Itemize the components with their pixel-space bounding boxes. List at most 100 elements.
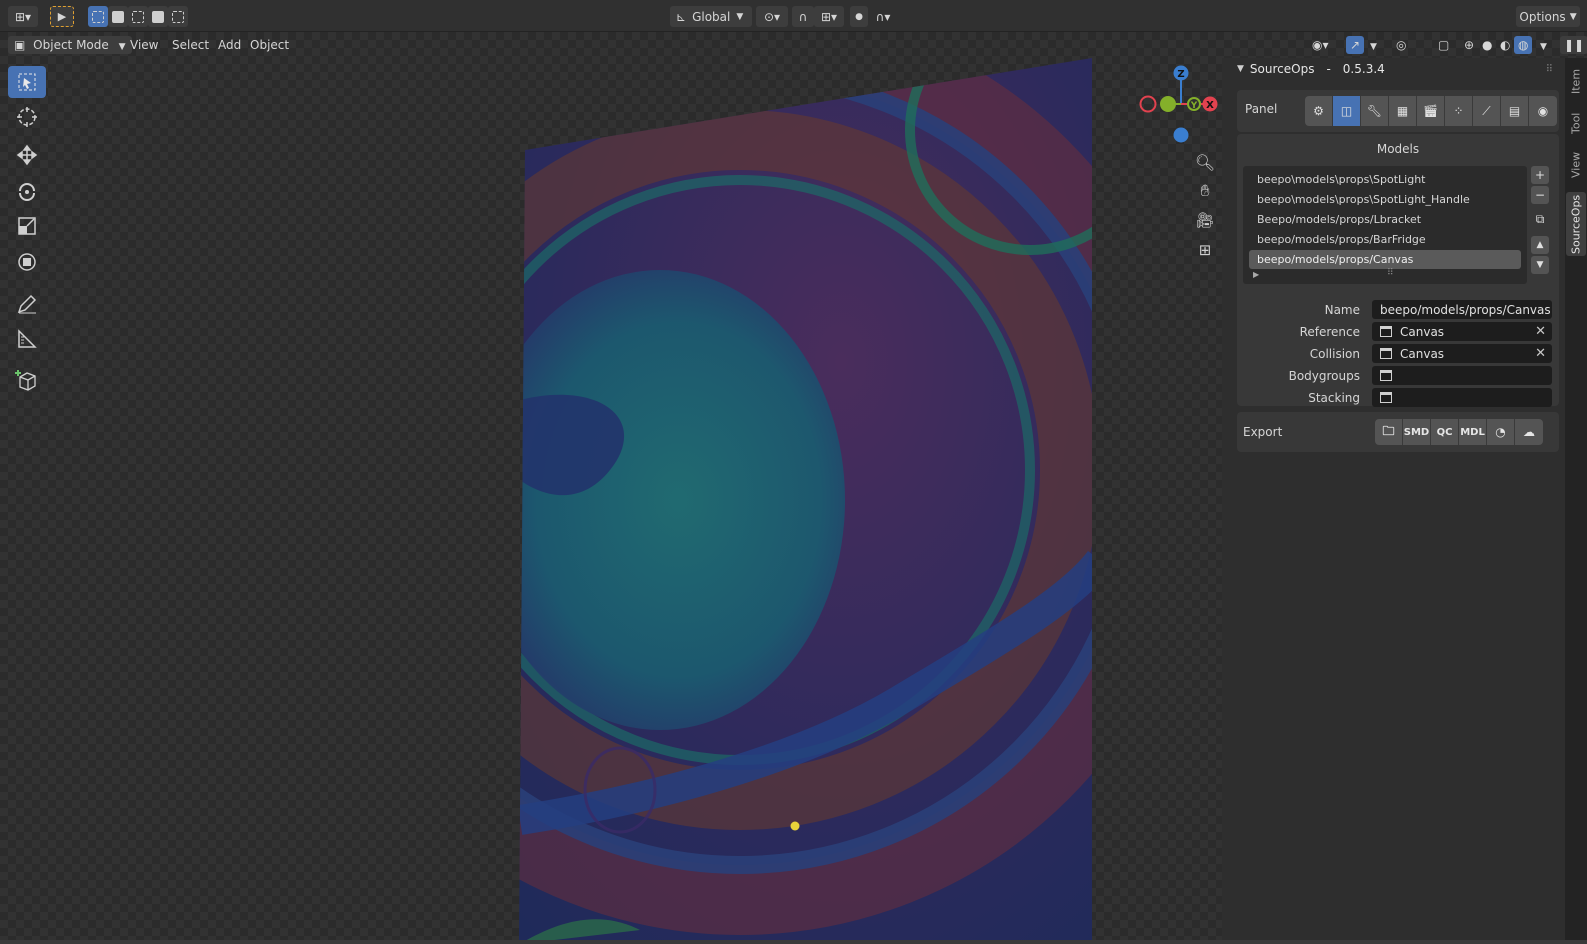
- select-mode-invert[interactable]: [148, 6, 168, 27]
- menu-add[interactable]: Add: [214, 36, 245, 54]
- chevron-down-icon: ▼: [736, 11, 744, 22]
- gizmos-toggle[interactable]: ↗: [1346, 36, 1365, 54]
- export-upload-button[interactable]: ☁: [1515, 419, 1543, 445]
- shading-rendered[interactable]: ◍: [1514, 36, 1533, 54]
- panel-segment-row: ⚙ ◫ 🔧︎ ▦ 🎬︎ ⁘ ⟋ ▤ ◉: [1305, 96, 1557, 126]
- select-mode-intersect[interactable]: [168, 6, 188, 27]
- tool-add-cube[interactable]: [8, 364, 46, 396]
- snap-toggle[interactable]: ∩: [792, 6, 814, 27]
- zoom-magnifier-icon: 🔍︎: [1194, 152, 1216, 172]
- list-item[interactable]: Beepo/models/props/Lbracket: [1249, 210, 1521, 229]
- options-dropdown[interactable]: Options ▼: [1516, 6, 1580, 27]
- camera-view-button[interactable]: 🎥︎: [1193, 208, 1217, 232]
- collision-field[interactable]: Canvas ✕: [1372, 344, 1552, 363]
- panel-textures-button[interactable]: ▦: [1389, 96, 1417, 126]
- gizmos-dropdown[interactable]: ▼: [1366, 36, 1381, 54]
- object-mode-dropdown[interactable]: ▣ Object Mode ▼: [8, 36, 132, 54]
- tool-scale[interactable]: [8, 210, 46, 242]
- list-item[interactable]: beepo/models/props/BarFridge: [1249, 230, 1521, 249]
- zoom-view-button[interactable]: 🔍︎: [1193, 150, 1217, 174]
- list-item[interactable]: beepo\models\props\SpotLight_Handle: [1249, 190, 1521, 209]
- shading-wireframe[interactable]: ⊕: [1460, 36, 1478, 54]
- select-box-icon: [18, 73, 36, 91]
- export-folder-button[interactable]: 🗀: [1375, 419, 1403, 445]
- overlays-toggle[interactable]: ◎: [1392, 36, 1410, 54]
- export-label: Export: [1243, 425, 1283, 439]
- reference-field[interactable]: Canvas ✕: [1372, 322, 1552, 341]
- bodygroups-field[interactable]: [1372, 366, 1552, 385]
- select-mode-extend[interactable]: [108, 6, 128, 27]
- pause-icon: ❚❚: [1564, 38, 1585, 52]
- ruler-icon: [18, 329, 37, 348]
- add-model-button[interactable]: +: [1531, 166, 1549, 184]
- move-up-button[interactable]: ▲: [1531, 236, 1549, 254]
- shading-solid[interactable]: ●: [1478, 36, 1496, 54]
- select-subtract-icon: [132, 10, 144, 23]
- name-field[interactable]: beepo/models/props/Canvas: [1372, 300, 1552, 319]
- shading-material[interactable]: ◐: [1496, 36, 1514, 54]
- tab-sourceops[interactable]: SourceOps: [1566, 192, 1586, 256]
- stacking-field[interactable]: [1372, 388, 1552, 407]
- editor-type-button[interactable]: ⊞▾: [8, 6, 38, 27]
- snap-target-dropdown[interactable]: ⊞▾: [814, 6, 844, 27]
- gizmo-icon: ↗: [1350, 38, 1361, 52]
- tool-move[interactable]: [8, 139, 46, 171]
- pause-render-button[interactable]: ❚❚: [1560, 36, 1587, 54]
- shading-dropdown[interactable]: ▼: [1536, 36, 1551, 54]
- export-qc-button[interactable]: QC: [1431, 419, 1459, 445]
- ortho-toggle-button[interactable]: ⊞: [1193, 238, 1217, 262]
- tool-rotate[interactable]: [8, 175, 46, 207]
- export-hammer-button[interactable]: ◔: [1487, 419, 1515, 445]
- orientation-axes-icon: ⊾: [676, 9, 687, 24]
- panel-sequences-button[interactable]: 🎬︎: [1417, 96, 1445, 126]
- tool-annotate[interactable]: [8, 288, 46, 320]
- list-item[interactable]: beepo\models\props\SpotLight: [1249, 170, 1521, 189]
- clear-reference-icon[interactable]: ✕: [1535, 324, 1546, 339]
- panel-models-button[interactable]: ◫: [1333, 96, 1361, 126]
- proportional-edit-toggle[interactable]: ●: [850, 6, 868, 27]
- panel-map-button[interactable]: ▤: [1501, 96, 1529, 126]
- falloff-dropdown[interactable]: ∩▾: [868, 6, 898, 27]
- tool-measure[interactable]: [8, 323, 46, 355]
- list-filter-toggle-icon[interactable]: ▶: [1253, 270, 1259, 279]
- sourceops-panel-header[interactable]: ▼ SourceOps - 0.5.3.4 ⠿: [1237, 58, 1559, 80]
- panel-selector-box: Panel ⚙ ◫ 🔧︎ ▦ 🎬︎ ⁘ ⟋ ▤ ◉: [1237, 90, 1559, 132]
- list-resize-handle-icon[interactable]: ⠿: [1387, 268, 1394, 278]
- list-item-selected[interactable]: beepo/models/props/Canvas: [1249, 250, 1521, 269]
- panel-bones-button[interactable]: ⟋: [1473, 96, 1501, 126]
- panel-tools-button[interactable]: 🔧︎: [1361, 96, 1389, 126]
- clear-collision-icon[interactable]: ✕: [1535, 346, 1546, 361]
- select-mode-subtract[interactable]: [128, 6, 148, 27]
- panel-particles-button[interactable]: ⁘: [1445, 96, 1473, 126]
- menu-select[interactable]: Select: [168, 36, 213, 54]
- pivot-point-dropdown[interactable]: ⊙▾: [756, 6, 788, 27]
- tool-cursor[interactable]: [8, 101, 46, 133]
- navigation-gizmo[interactable]: Z X Y: [1136, 60, 1220, 150]
- pan-view-button[interactable]: ✋︎: [1193, 179, 1217, 203]
- view-object-types-button[interactable]: ◉▾: [1308, 36, 1333, 54]
- tool-transform[interactable]: [8, 246, 46, 278]
- pivot-icon: ⊙▾: [763, 9, 781, 24]
- transform-orientation-dropdown[interactable]: ⊾ Global ▼: [670, 6, 752, 27]
- collapse-triangle-icon: ▼: [1237, 64, 1244, 74]
- drag-handle-icon[interactable]: ⠿: [1546, 64, 1553, 75]
- export-mdl-button[interactable]: MDL: [1459, 419, 1487, 445]
- tab-item[interactable]: Item: [1566, 64, 1586, 98]
- magnet-icon: ∩: [798, 9, 808, 24]
- panel-settings-button[interactable]: ⚙: [1305, 96, 1333, 126]
- move-down-button[interactable]: ▼: [1531, 256, 1549, 274]
- menu-view[interactable]: View: [126, 36, 162, 54]
- select-tool-button[interactable]: ▶: [50, 6, 74, 27]
- select-mode-new[interactable]: [88, 6, 108, 27]
- menu-object[interactable]: Object: [246, 36, 293, 54]
- models-list: beepo\models\props\SpotLight beepo\model…: [1243, 166, 1527, 284]
- panel-render-button[interactable]: ◉: [1529, 96, 1557, 126]
- tab-tool[interactable]: Tool: [1566, 106, 1586, 140]
- tool-select-box[interactable]: [8, 66, 46, 98]
- export-smd-button[interactable]: SMD: [1403, 419, 1431, 445]
- copy-model-button[interactable]: ⧉: [1531, 210, 1549, 228]
- xray-toggle[interactable]: ▢: [1434, 36, 1453, 54]
- move-arrows-icon: [16, 144, 38, 166]
- tab-view[interactable]: View: [1566, 146, 1586, 184]
- remove-model-button[interactable]: −: [1531, 186, 1549, 204]
